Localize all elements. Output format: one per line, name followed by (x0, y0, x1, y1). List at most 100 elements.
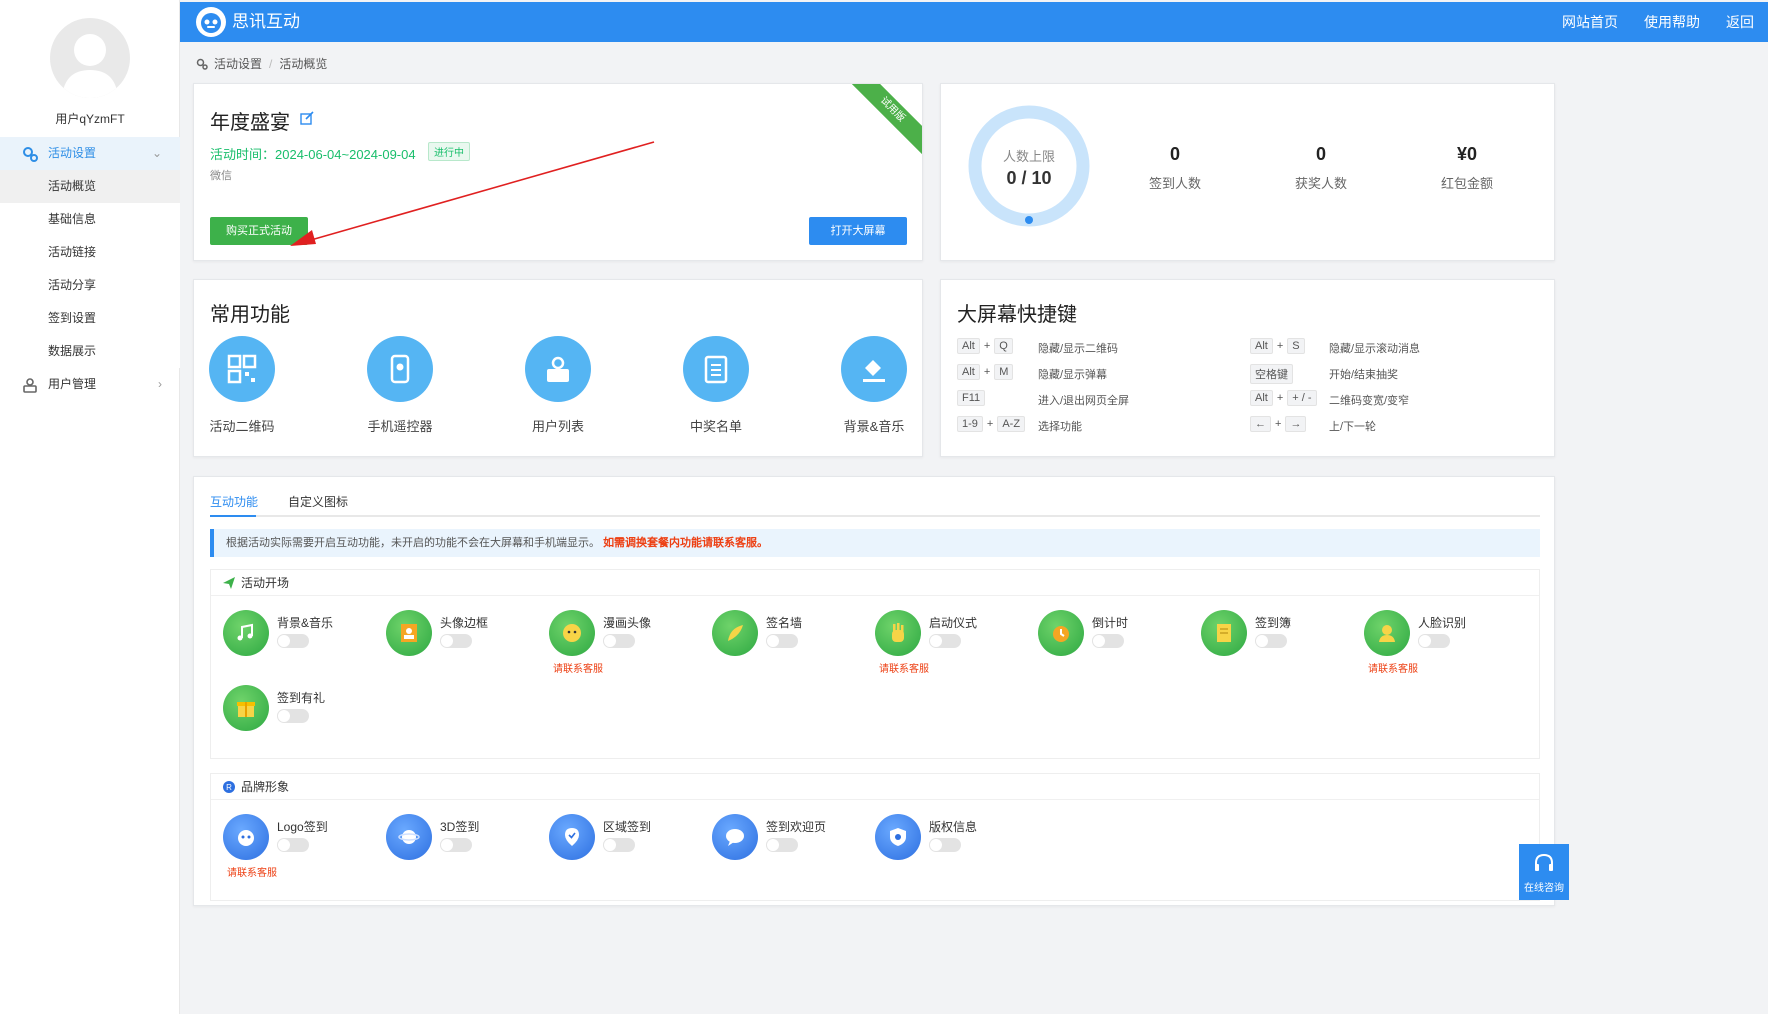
menu-label: 活动分享 (48, 278, 97, 292)
open-big-screen-button[interactable]: 打开大屏幕 (809, 217, 907, 245)
feature-toggle[interactable] (766, 838, 798, 852)
menu-label: 基础信息 (48, 212, 97, 226)
online-consult-button[interactable]: 在线咨询 (1519, 844, 1569, 900)
feature-item: 签到欢迎页 (712, 814, 862, 884)
contact-support-link[interactable]: 请联系客服 (227, 864, 277, 879)
menu-activity-link[interactable]: 活动链接 (0, 236, 180, 269)
key: M (994, 364, 1014, 380)
user-card-icon (23, 378, 37, 393)
menu-signin-settings[interactable]: 签到设置 (0, 302, 180, 335)
stat-label: 获奖人数 (1294, 176, 1347, 191)
key: 1-9 (957, 416, 983, 432)
avatar[interactable] (50, 18, 130, 98)
shield-icon (875, 814, 921, 860)
section-title: 常用功能 (210, 304, 290, 326)
event-card: 年度盛宴 活动时间：2024-06-04~2024-09-04 进行中 微信 试… (193, 83, 923, 261)
stat-redpacket: ¥0 红包金额 (1407, 144, 1527, 192)
menu-label: 活动概览 (48, 179, 97, 193)
feature-toggle[interactable] (277, 709, 309, 723)
shortcut-keys: Alt + S (1250, 338, 1305, 354)
feature-toggle[interactable] (440, 838, 472, 852)
remote-icon (367, 336, 433, 402)
nav-help-link[interactable]: 使用帮助 (1644, 2, 1700, 42)
feature-toggle[interactable] (603, 838, 635, 852)
contact-support-link[interactable]: 请联系客服 (553, 660, 603, 675)
func-remote[interactable]: 手机遥控器 (350, 336, 450, 435)
feature-name: 区域签到 (603, 820, 652, 834)
menu-activity-overview[interactable]: 活动概览 (0, 170, 180, 203)
paper-plane-icon (223, 577, 235, 589)
feature-item: 签名墙 (712, 610, 862, 680)
func-label: 背景&音乐 (843, 419, 905, 434)
menu-basic-info[interactable]: 基础信息 (0, 203, 180, 236)
breadcrumb-item[interactable]: 活动设置 (214, 55, 262, 72)
status-badge: 进行中 (428, 142, 470, 161)
shortcut-desc: 隐藏/显示二维码 (1038, 343, 1119, 355)
feature-toggle[interactable] (1418, 634, 1450, 648)
feature-item: 签到簿 (1201, 610, 1351, 680)
feature-toggle[interactable] (440, 634, 472, 648)
feature-name: 3D签到 (440, 820, 480, 834)
feature-toggle[interactable] (1255, 634, 1287, 648)
tab-custom-icons[interactable]: 自定义图标 (288, 493, 348, 510)
buy-official-button[interactable]: 购买正式活动 (210, 217, 308, 245)
menu-label: 活动设置 (48, 146, 97, 160)
edit-icon[interactable] (300, 111, 314, 125)
key: → (1285, 416, 1307, 432)
feature-item: 人脸识别 请联系客服 (1364, 610, 1514, 680)
feature-tabs: 互动功能 自定义图标 (210, 489, 1540, 517)
common-functions-card: 常用功能 活动二维码 手机遥控器 用户列表 中奖名单 背景&音乐 (193, 279, 923, 457)
feature-item: 背景&音乐 (223, 610, 373, 680)
nav-home-link[interactable]: 网站首页 (1562, 2, 1618, 42)
key: 空格键 (1250, 364, 1293, 384)
menu-activity-share[interactable]: 活动分享 (0, 269, 180, 302)
feature-name: 签名墙 (766, 616, 803, 630)
trial-ribbon: 试用版 (842, 84, 922, 160)
menu-user-management[interactable]: 用户管理 › (0, 368, 180, 401)
feature-name: 版权信息 (929, 820, 978, 834)
stat-label: 红包金额 (1440, 176, 1493, 191)
feature-toggle[interactable] (766, 634, 798, 648)
feature-toggle[interactable] (603, 634, 635, 648)
key: + / - (1287, 390, 1317, 406)
brand-name[interactable]: 思讯互动 (232, 2, 300, 42)
feature-name: 背景&音乐 (277, 616, 334, 630)
shortcuts-card: 大屏幕快捷键 Alt + Q 隐藏/显示二维码 Alt + M 隐藏/显示弹幕 F11 … (940, 279, 1555, 457)
stat-value: 0 (1315, 144, 1326, 164)
tab-active-indicator (210, 515, 256, 517)
feature-toggle[interactable] (929, 634, 961, 648)
robot-logo-icon[interactable] (196, 7, 226, 37)
feature-name: 启动仪式 (929, 616, 978, 630)
feature-toggle[interactable] (277, 634, 309, 648)
tab-interactive[interactable]: 互动功能 (210, 493, 258, 510)
top-navigation: 网站首页 使用帮助 返回 (1536, 2, 1754, 42)
capacity-label: 人数上限 (1002, 149, 1055, 164)
feature-name: 人脸识别 (1418, 616, 1467, 630)
book-icon (1201, 610, 1247, 656)
planet-icon (386, 814, 432, 860)
func-qrcode[interactable]: 活动二维码 (192, 336, 292, 435)
nav-back-link[interactable]: 返回 (1726, 2, 1754, 42)
event-time: 活动时间：2024-06-04~2024-09-04 (210, 147, 416, 162)
feature-toggle[interactable] (929, 838, 961, 852)
contact-support-link[interactable]: 请联系客服 (1368, 660, 1418, 675)
feature-toggle[interactable] (1092, 634, 1124, 648)
stat-label: 签到人数 (1148, 176, 1201, 191)
contact-support-link[interactable]: 请联系客服 (879, 660, 929, 675)
feature-item: Logo签到 请联系客服 (223, 814, 373, 884)
username: 用户qYzmFT (55, 112, 125, 126)
alarm-clock-icon (1038, 610, 1084, 656)
key: Q (994, 338, 1013, 354)
menu-activity-settings[interactable]: 活动设置 ⌄ (0, 137, 180, 170)
func-user-list[interactable]: 用户列表 (508, 336, 608, 435)
headset-icon (1535, 853, 1553, 871)
feature-name: 漫画头像 (603, 616, 652, 630)
func-winner-list[interactable]: 中奖名单 (666, 336, 766, 435)
feature-toggle[interactable] (277, 838, 309, 852)
menu-label: 数据展示 (48, 344, 97, 358)
feature-name: 倒计时 (1092, 616, 1129, 630)
func-background-music[interactable]: 背景&音乐 (824, 336, 924, 435)
menu-label: 用户管理 (48, 377, 97, 391)
user-silhouette-icon (62, 34, 118, 98)
menu-data-display[interactable]: 数据展示 (0, 335, 180, 368)
